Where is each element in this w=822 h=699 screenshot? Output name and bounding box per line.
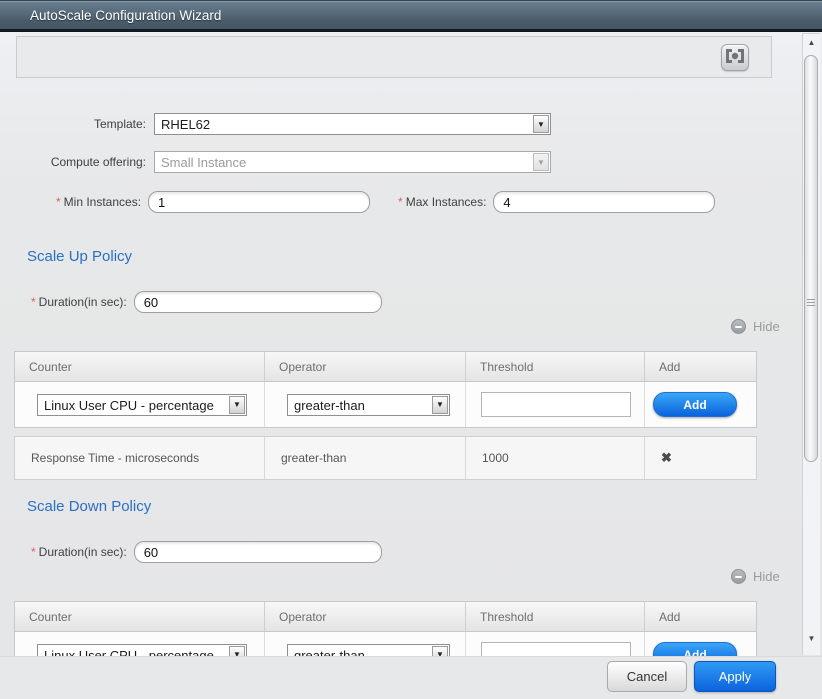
threshold-input[interactable] — [481, 392, 631, 417]
counter-cell: Linux User CPU - percentage ▼ — [15, 632, 265, 656]
condition-counter: Response Time - microseconds — [15, 437, 265, 479]
scale-up-policy-table: Counter Operator Threshold Add Linux Use… — [14, 351, 757, 428]
scale-down-duration-row: * Duration(in sec): — [0, 541, 382, 563]
operator-select-value: greater-than — [294, 648, 429, 657]
column-header-add: Add — [645, 352, 756, 381]
scale-up-duration-label: Duration(in sec): — [39, 295, 127, 309]
scale-down-policy-table: Counter Operator Threshold Add Linux Use… — [14, 601, 757, 656]
cancel-button[interactable]: Cancel — [607, 661, 687, 692]
operator-select-value: greater-than — [294, 398, 429, 413]
dialog-footer: Cancel Apply — [0, 656, 822, 699]
delete-button[interactable]: ✖ — [661, 450, 672, 466]
template-select[interactable]: RHEL62 ▼ — [154, 113, 551, 135]
threshold-input[interactable] — [481, 642, 631, 656]
scale-up-duration-row: * Duration(in sec): — [0, 291, 382, 313]
add-cell: Add — [645, 382, 756, 427]
counter-select[interactable]: Linux User CPU - percentage ▼ — [37, 394, 247, 416]
min-instances-label: Min Instances: — [64, 195, 141, 209]
dropdown-arrow-icon[interactable]: ▼ — [432, 646, 448, 657]
counter-select[interactable]: Linux User CPU - percentage ▼ — [37, 644, 247, 657]
delete-icon: ✖ — [661, 450, 672, 465]
operator-cell: greater-than ▼ — [265, 632, 466, 656]
compute-offering-label: Compute offering: — [14, 155, 146, 169]
column-header-add: Add — [645, 602, 756, 631]
required-asterisk: * — [31, 545, 36, 559]
template-select-value: RHEL62 — [161, 117, 530, 132]
scale-down-policy-title: Scale Down Policy — [27, 498, 151, 515]
vertical-scrollbar[interactable]: ▲ ▼ — [802, 33, 820, 655]
hide-label: Hide — [753, 319, 780, 334]
column-header-threshold: Threshold — [466, 602, 645, 631]
condition-threshold: 1000 — [466, 437, 645, 479]
operator-select[interactable]: greater-than ▼ — [287, 394, 450, 416]
hide-label: Hide — [753, 569, 780, 584]
scale-up-duration-input[interactable] — [134, 291, 382, 313]
autoscale-wizard-dialog: AutoScale Configuration Wizard Template:… — [0, 0, 822, 699]
column-header-counter: Counter — [15, 602, 265, 631]
scroll-down-icon[interactable]: ▼ — [803, 633, 820, 645]
add-cell: Add — [645, 632, 756, 656]
add-button[interactable]: Add — [653, 392, 737, 417]
instances-row: * Min Instances: * Max Instances: — [0, 191, 715, 213]
condition-operator: greater-than — [265, 437, 466, 479]
operator-select[interactable]: greater-than ▼ — [287, 644, 450, 657]
netscaler-icon — [726, 49, 744, 66]
policy-condition-row: Response Time - microseconds greater-tha… — [14, 436, 757, 480]
scale-down-duration-input[interactable] — [134, 541, 382, 563]
counter-cell: Linux User CPU - percentage ▼ — [15, 382, 265, 427]
condition-actions: ✖ — [645, 437, 756, 479]
apply-button[interactable]: Apply — [694, 661, 776, 692]
compute-offering-row: Compute offering: Small Instance ▼ — [14, 151, 551, 173]
threshold-cell — [466, 632, 645, 656]
minus-icon[interactable] — [731, 319, 746, 334]
operator-cell: greater-than ▼ — [265, 382, 466, 427]
dropdown-arrow-icon[interactable]: ▼ — [229, 646, 245, 657]
template-label: Template: — [14, 117, 146, 131]
scale-down-hide-button[interactable]: Hide — [731, 569, 780, 584]
minus-icon[interactable] — [731, 569, 746, 584]
column-header-counter: Counter — [15, 352, 265, 381]
max-instances-input[interactable] — [493, 191, 715, 213]
counter-select-value: Linux User CPU - percentage — [44, 648, 226, 657]
min-instances-input[interactable] — [148, 191, 370, 213]
template-row: Template: RHEL62 ▼ — [14, 113, 551, 135]
table-input-row: Linux User CPU - percentage ▼ greater-th… — [15, 632, 756, 656]
threshold-cell — [466, 382, 645, 427]
counter-select-value: Linux User CPU - percentage — [44, 398, 226, 413]
dropdown-arrow-icon[interactable]: ▼ — [533, 115, 549, 133]
dropdown-arrow-icon[interactable]: ▼ — [432, 396, 448, 414]
scroll-thumb[interactable] — [804, 55, 818, 462]
dialog-title: AutoScale Configuration Wizard — [30, 8, 221, 23]
table-header-row: Counter Operator Threshold Add — [15, 352, 756, 382]
scroll-up-icon[interactable]: ▲ — [803, 37, 820, 49]
provider-panel — [16, 36, 772, 78]
column-header-operator: Operator — [265, 602, 466, 631]
scale-up-policy-title: Scale Up Policy — [27, 248, 132, 265]
compute-offering-select-value: Small Instance — [161, 155, 530, 170]
scale-down-duration-label: Duration(in sec): — [39, 545, 127, 559]
add-button[interactable]: Add — [653, 642, 737, 656]
required-asterisk: * — [56, 195, 61, 209]
scale-up-hide-button[interactable]: Hide — [731, 319, 780, 334]
provider-toggle-button[interactable] — [721, 44, 749, 71]
compute-offering-select: Small Instance ▼ — [154, 151, 551, 173]
scroll-grip — [807, 299, 815, 308]
column-header-threshold: Threshold — [466, 352, 645, 381]
required-asterisk: * — [398, 195, 403, 209]
required-asterisk: * — [31, 295, 36, 309]
dropdown-arrow-icon: ▼ — [533, 153, 549, 171]
dialog-titlebar: AutoScale Configuration Wizard — [0, 0, 822, 32]
dropdown-arrow-icon[interactable]: ▼ — [229, 396, 245, 414]
dialog-content: Template: RHEL62 ▼ Compute offering: Sma… — [0, 32, 822, 656]
max-instances-label: Max Instances: — [406, 195, 487, 209]
column-header-operator: Operator — [265, 352, 466, 381]
table-input-row: Linux User CPU - percentage ▼ greater-th… — [15, 382, 756, 427]
table-header-row: Counter Operator Threshold Add — [15, 602, 756, 632]
